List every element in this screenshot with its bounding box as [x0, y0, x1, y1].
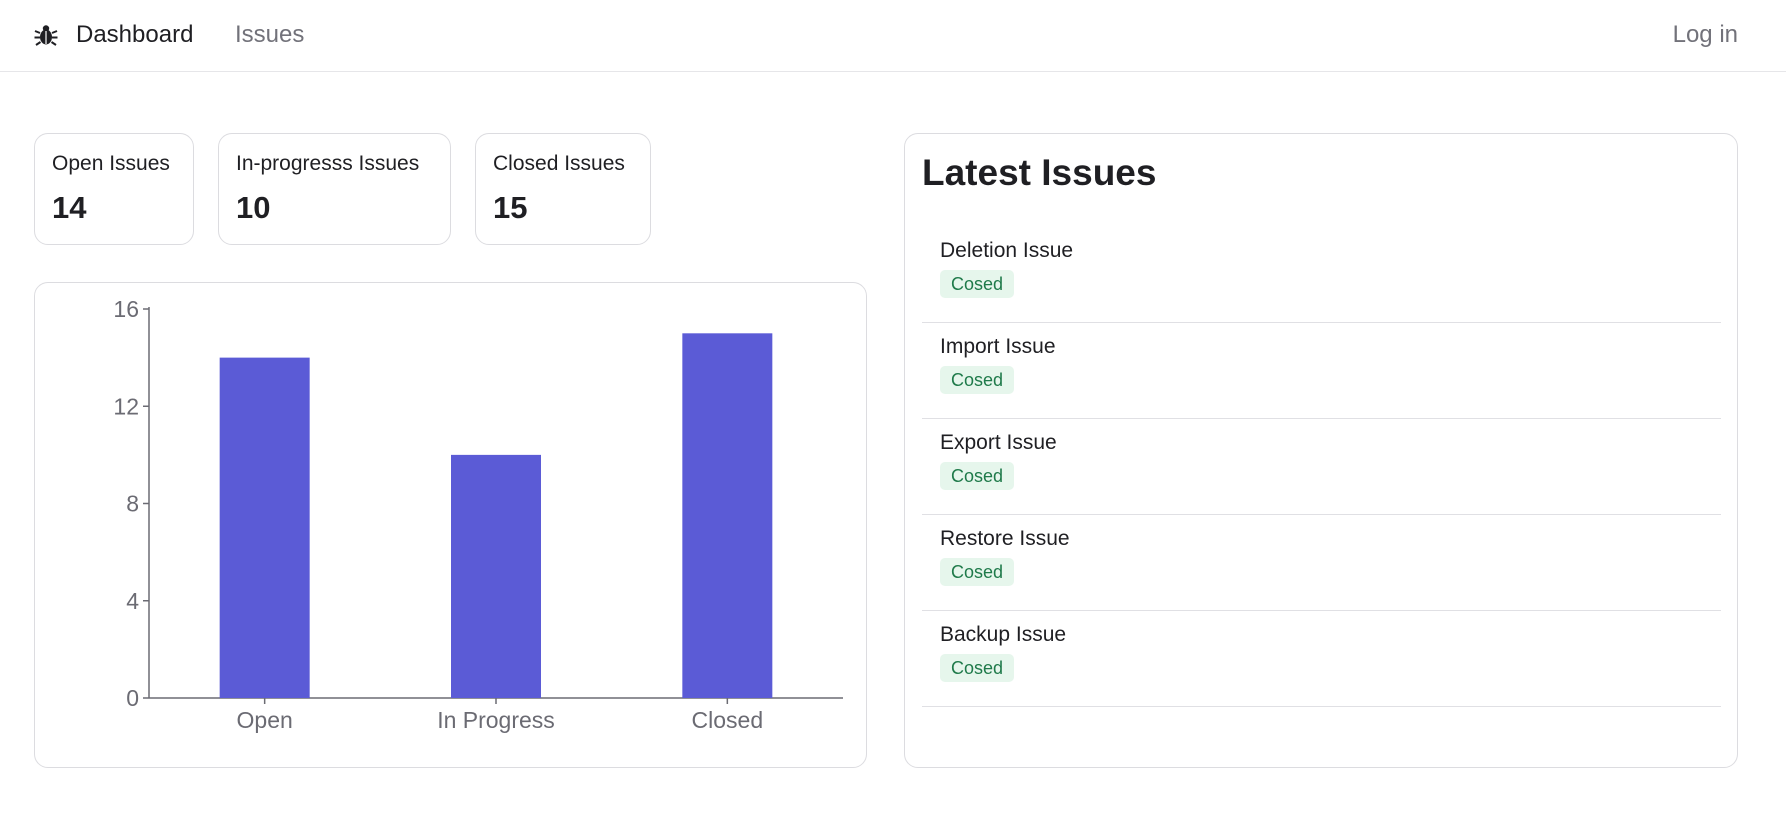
stat-label: In-progresss Issues [236, 152, 420, 175]
status-badge: Cosed [940, 558, 1015, 586]
nav-dashboard-link[interactable]: Dashboard [76, 20, 193, 50]
issue-title[interactable]: Restore Issue [940, 527, 1070, 551]
latest-issues-title: Latest Issues [922, 152, 1157, 193]
y-tick-label: 8 [126, 491, 139, 517]
latest-issues-card: Latest Issues Deletion Issue Cosed Impor… [904, 133, 1738, 768]
stat-label: Closed Issues [493, 152, 625, 175]
stat-card-closed: Closed Issues 15 [475, 133, 651, 245]
x-tick-label: Closed [692, 707, 764, 733]
issues-chart-card: 0 4 8 12 16 Open In Progress Closed [34, 282, 867, 768]
y-tick-label: 0 [126, 685, 139, 711]
status-badge: Cosed [940, 462, 1015, 490]
stat-card-open: Open Issues 14 [34, 133, 194, 245]
stat-card-in-progress: In-progresss Issues 10 [218, 133, 451, 245]
issue-list-item[interactable]: Import Issue Cosed [922, 323, 1721, 419]
issue-list-item[interactable]: Export Issue Cosed [922, 419, 1721, 515]
x-tick-label: Open [237, 707, 293, 733]
bar-open [219, 357, 310, 698]
issue-list-item[interactable]: Deletion Issue Cosed [922, 227, 1721, 323]
issue-list: Deletion Issue Cosed Import Issue Cosed … [922, 227, 1721, 707]
issue-list-item[interactable]: Restore Issue Cosed [922, 515, 1721, 611]
y-tick-label: 4 [126, 588, 139, 614]
stat-value: 14 [52, 190, 87, 225]
status-badge: Cosed [940, 366, 1015, 394]
nav-issues-link[interactable]: Issues [235, 20, 304, 50]
y-tick-label: 12 [113, 393, 139, 419]
stat-value: 10 [236, 190, 271, 225]
x-tick-label: In Progress [437, 707, 555, 733]
bar-closed [682, 333, 773, 698]
issue-list-item[interactable]: Backup Issue Cosed [922, 611, 1721, 707]
y-tick-label: 16 [113, 296, 139, 322]
issue-title[interactable]: Backup Issue [940, 623, 1066, 647]
status-badge: Cosed [940, 654, 1015, 682]
stat-label: Open Issues [52, 152, 170, 175]
bar-in-progress [451, 454, 541, 698]
bug-icon[interactable] [33, 22, 59, 48]
login-link[interactable]: Log in [1673, 20, 1738, 50]
issue-title[interactable]: Export Issue [940, 431, 1057, 455]
issues-bar-chart: 0 4 8 12 16 Open In Progress Closed [113, 296, 843, 733]
stat-value: 15 [493, 190, 528, 225]
status-badge: Cosed [940, 270, 1015, 298]
navbar: Dashboard Issues Log in [0, 0, 1786, 72]
issue-title[interactable]: Import Issue [940, 335, 1056, 359]
issue-title[interactable]: Deletion Issue [940, 239, 1073, 263]
